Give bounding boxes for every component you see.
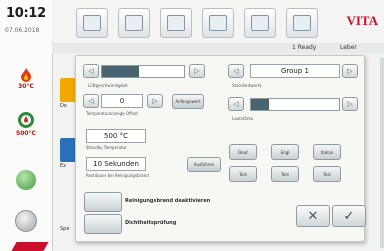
brand-logo: VITA — [346, 13, 378, 28]
standby-temp-label: Standby Temperatur — [86, 145, 127, 150]
brand-stripe — [11, 242, 49, 251]
toolbar-button-4[interactable] — [202, 8, 234, 38]
flame-icon — [21, 68, 31, 82]
airspeed-decrease-button[interactable]: ◁ — [83, 64, 99, 78]
tile-1-label: De — [60, 103, 67, 109]
chart-icon — [209, 15, 227, 31]
offset-label: Temperaturanzeige Offset — [86, 111, 138, 116]
cleaning-seconds-field[interactable]: 10 Sekunden — [86, 157, 146, 171]
toolbar: VITA — [52, 0, 384, 42]
sidebar: 10:12 07.06.2018 30°C 500°C — [0, 0, 53, 251]
flame-temp-button[interactable]: 30°C — [10, 64, 42, 94]
temp-readout-1: 30°C — [18, 83, 34, 90]
lang-button-4[interactable]: Test — [229, 166, 257, 182]
leak-test-button[interactable] — [84, 214, 122, 234]
leak-test-label: Dichtheitsprüfung — [125, 220, 177, 226]
check-icon: ✓ — [343, 208, 355, 224]
toolbar-button-6[interactable] — [286, 8, 318, 38]
airspeed-bar-fill — [102, 66, 139, 77]
confirm-button[interactable]: ✓ — [332, 205, 366, 227]
lang-button-2[interactable]: Engl — [271, 144, 299, 160]
group-label: Standardwerte — [232, 83, 262, 88]
volume-decrease-button[interactable]: ◁ — [228, 97, 244, 111]
airspeed-increase-button[interactable]: ▷ — [189, 64, 205, 78]
cleaning-fire-label: Reinigungsbrand deaktivieren — [125, 198, 211, 204]
cancel-button[interactable]: ✕ — [296, 205, 330, 227]
vacuum-button[interactable] — [10, 165, 42, 195]
lang-button-5[interactable]: Test — [271, 166, 299, 182]
toolbar-button-5[interactable] — [244, 8, 276, 38]
standby-temp-field[interactable]: 500 °C — [86, 129, 146, 143]
cleaning-seconds-label: Restdauer bei Reinigungsbrand — [86, 173, 149, 178]
toolbar-button-3[interactable] — [160, 8, 192, 38]
tile-3-label: Spe — [60, 226, 70, 232]
volume-increase-button[interactable]: ▷ — [342, 97, 358, 111]
volume-bar[interactable] — [250, 98, 340, 111]
lang-button-3[interactable]: Italian — [313, 144, 341, 160]
media-icon — [251, 15, 269, 31]
lang-button-1[interactable]: Deut — [229, 144, 257, 160]
airspeed-bar[interactable] — [101, 65, 185, 78]
power-icon — [15, 210, 37, 232]
clock-date: 07.06.2018 — [5, 27, 40, 34]
volume-label: Lautstärke — [232, 116, 254, 121]
status-bar: 1 Ready Leber — [52, 43, 384, 53]
group-prev-button[interactable]: ◁ — [228, 64, 244, 78]
app-frame: 10:12 07.06.2018 30°C 500°C VITA 1 Ready… — [0, 0, 384, 251]
heating-temp-button[interactable]: 500°C — [10, 109, 42, 139]
close-icon: ✕ — [307, 208, 319, 224]
volume-bar-fill — [251, 99, 269, 110]
power-button[interactable] — [10, 206, 42, 236]
cleaning-fire-toggle-button[interactable] — [84, 192, 122, 212]
execute-button[interactable]: Ausführen — [187, 157, 221, 172]
group-next-button[interactable]: ▷ — [342, 64, 358, 78]
toolbar-button-2[interactable] — [118, 8, 150, 38]
user-status: Leber — [340, 44, 357, 51]
scrollbar[interactable] — [380, 58, 384, 248]
offset-value[interactable]: 0 — [101, 94, 143, 108]
heating-icon — [18, 112, 34, 128]
clock-time: 10:12 — [6, 6, 46, 21]
program-icon — [125, 15, 143, 31]
vacuum-icon — [16, 170, 36, 190]
offset-decrease-button[interactable]: ◁ — [83, 94, 99, 108]
ready-status: 1 Ready — [292, 44, 317, 51]
tile-2-label: Ex — [60, 163, 67, 169]
lang-button-6[interactable]: Test — [313, 166, 341, 182]
group-value[interactable]: Group 1 — [250, 64, 340, 78]
offset-increase-button[interactable]: ▷ — [147, 94, 163, 108]
service-icon — [293, 15, 311, 31]
initial-value-button[interactable]: Anfangswert — [172, 94, 204, 109]
airspeed-label: Lüftgeschwindigkeit — [88, 83, 128, 88]
settings-icon — [167, 15, 185, 31]
firing-icon — [83, 15, 101, 31]
temp-readout-2: 500°C — [16, 130, 36, 137]
toolbar-button-1[interactable] — [76, 8, 108, 38]
